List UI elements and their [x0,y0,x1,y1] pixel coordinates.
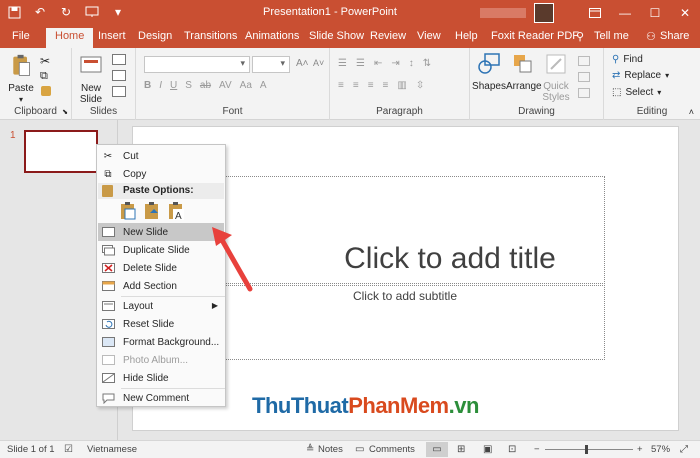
zoom-out-icon[interactable]: − [534,444,540,455]
language-status[interactable]: Vietnamese [87,444,137,455]
fit-to-window-icon[interactable]: ⤢ [680,444,688,455]
zoom-slider-track[interactable] [545,449,633,450]
reading-view-icon[interactable]: ▣ [483,444,492,455]
zoom-level[interactable]: 57% [651,444,670,455]
annotation-arrow [212,227,253,292]
spelling-check-icon[interactable]: ☑ [64,444,73,455]
normal-view-icon[interactable]: ▭ [426,442,448,457]
status-bar: Slide 1 of 1 ☑ Vietnamese ≜ Notes ▭ Comm… [0,440,700,458]
slideshow-view-icon[interactable]: ⊡ [508,444,516,455]
notes-button[interactable]: Notes [318,444,343,455]
zoom-slider-thumb[interactable] [585,445,588,454]
zoom-in-icon[interactable]: + [637,444,643,455]
comments-button[interactable]: Comments [369,444,415,455]
slide-sorter-icon[interactable]: ⊞ [457,444,465,455]
notes-icon: ≜ [306,444,315,455]
slide-count-status: Slide 1 of 1 [7,444,55,455]
comments-icon: ▭ [355,444,365,455]
